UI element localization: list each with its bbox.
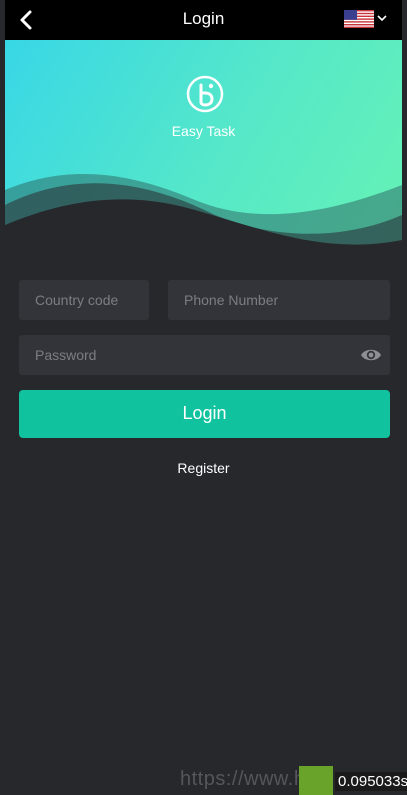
country-code-field[interactable] bbox=[19, 280, 149, 320]
page-title: Login bbox=[182, 9, 225, 28]
hero-banner: Easy Task bbox=[5, 40, 402, 264]
phone-number-input[interactable] bbox=[168, 280, 390, 320]
chevron-down-icon bbox=[377, 15, 387, 22]
timer-readout: 0.095033s bbox=[335, 772, 407, 791]
phone-number-field[interactable] bbox=[168, 280, 390, 320]
us-flag-icon bbox=[344, 10, 374, 28]
register-link[interactable]: Register bbox=[5, 460, 402, 476]
login-button[interactable]: Login bbox=[19, 390, 390, 438]
top-navbar: Login bbox=[5, 0, 402, 40]
eye-icon[interactable] bbox=[360, 345, 382, 365]
easy-task-logo-icon bbox=[186, 75, 224, 113]
watermark-badge bbox=[299, 766, 333, 795]
country-code-input[interactable] bbox=[19, 280, 149, 320]
password-input[interactable] bbox=[19, 335, 390, 375]
watermark-text: https://www.hu bbox=[180, 768, 318, 790]
language-selector[interactable] bbox=[344, 8, 388, 30]
app-frame: Login Easy Task Country code Phone Numbe… bbox=[5, 0, 407, 795]
password-field[interactable] bbox=[19, 335, 390, 375]
wave-decoration bbox=[5, 173, 402, 264]
app-name: Easy Task bbox=[171, 123, 236, 139]
